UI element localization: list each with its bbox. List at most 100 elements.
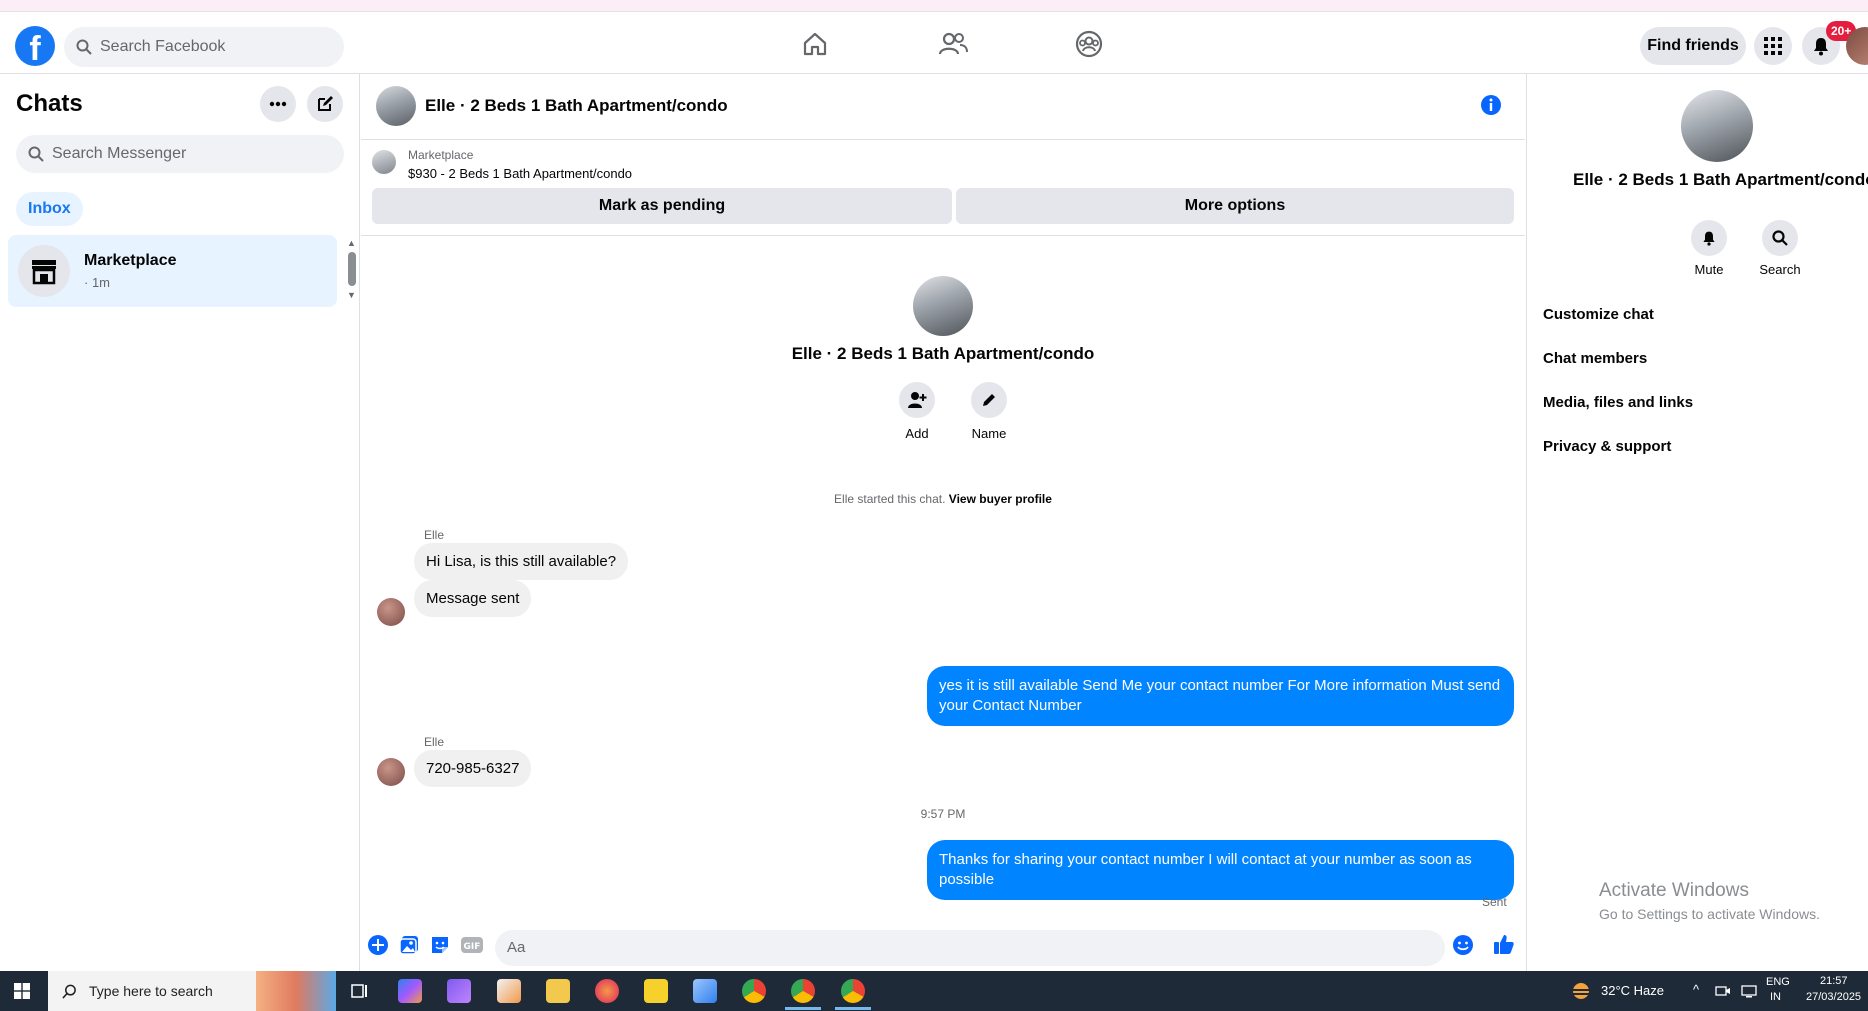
clock-time[interactable]: 21:57 xyxy=(1820,975,1848,987)
add-people-button[interactable]: Add xyxy=(887,382,947,441)
firefox-icon[interactable] xyxy=(595,979,619,1003)
chat-list-scrollbar[interactable] xyxy=(348,252,356,286)
taskbar-search-input[interactable]: Type here to search xyxy=(48,971,256,1011)
chats-options-button[interactable] xyxy=(260,86,296,122)
network-icon[interactable] xyxy=(1741,983,1757,999)
listing-title[interactable]: $930 - 2 Beds 1 Bath Apartment/condo xyxy=(408,166,632,181)
conversation-title[interactable]: Elle · 2 Beds 1 Bath Apartment/condo xyxy=(425,96,728,116)
details-title: Elle · 2 Beds 1 Bath Apartment/condo xyxy=(1573,170,1868,189)
sender-name: Elle xyxy=(424,528,445,542)
scroll-up-arrow[interactable]: ▲ xyxy=(347,238,356,248)
grid-menu-icon xyxy=(1764,37,1782,55)
media-files-links-item[interactable]: Media, files and links xyxy=(1543,394,1693,411)
weather-icon[interactable] xyxy=(1570,980,1592,1002)
groups-icon[interactable] xyxy=(1075,30,1105,60)
paint-app-icon[interactable] xyxy=(497,979,521,1003)
messenger-search-placeholder: Search Messenger xyxy=(52,145,187,162)
incoming-message[interactable]: Message sent xyxy=(414,580,532,617)
copilot-app-icon[interactable] xyxy=(398,979,422,1003)
chat-list-item[interactable]: Marketplace · 1m xyxy=(8,235,337,307)
more-dots-icon xyxy=(269,101,287,107)
mute-button[interactable]: Mute xyxy=(1679,220,1739,277)
chevron-up-icon[interactable]: ^ xyxy=(1693,982,1699,997)
region-code[interactable]: IN xyxy=(1770,991,1781,1003)
search-highlight-image[interactable] xyxy=(256,971,336,1011)
activate-title: Activate Windows xyxy=(1599,880,1749,901)
task-view-icon[interactable] xyxy=(350,981,370,1001)
meet-now-icon[interactable] xyxy=(1715,983,1731,999)
chrome-profile-icon[interactable] xyxy=(791,979,815,1003)
incoming-message[interactable]: Hi Lisa, is this still available? xyxy=(414,543,629,580)
facebook-search-input[interactable]: Search Facebook xyxy=(64,27,344,67)
windows-start-icon[interactable] xyxy=(14,983,30,999)
marketplace-label: Marketplace xyxy=(408,148,474,162)
browser-tab-strip xyxy=(0,0,1868,12)
pen-app-icon[interactable] xyxy=(447,979,471,1003)
like-icon[interactable] xyxy=(1492,932,1516,956)
emoji-icon[interactable] xyxy=(1452,934,1474,956)
customize-chat-item[interactable]: Customize chat xyxy=(1543,306,1654,323)
new-message-button[interactable] xyxy=(307,86,343,122)
gif-icon[interactable]: GIF xyxy=(460,934,484,956)
more-options-button[interactable]: More options xyxy=(956,188,1514,224)
intro-avatar xyxy=(913,276,973,336)
file-explorer-icon[interactable] xyxy=(546,979,570,1003)
message-composer: GIF Aa xyxy=(361,920,1525,972)
chats-sidebar: Chats Search Messenger Inbox Marketplace… xyxy=(0,74,360,972)
activate-windows-watermark: Activate Windows Go to Settings to activ… xyxy=(1599,880,1820,922)
top-navigation: f Search Facebook Find friends 20+ xyxy=(0,12,1868,74)
clock-date[interactable]: 27/03/2025 xyxy=(1806,991,1861,1003)
facebook-logo[interactable]: f xyxy=(15,26,55,66)
sticky-notes-icon[interactable] xyxy=(644,979,668,1003)
language-code[interactable]: ENG xyxy=(1766,976,1790,988)
active-app-indicator xyxy=(835,1007,871,1010)
chat-time: · 1m xyxy=(84,275,110,290)
search-placeholder: Search Facebook xyxy=(100,38,226,55)
info-icon[interactable] xyxy=(1480,94,1502,116)
chat-details-panel: Elle · 2 Beds 1 Bath Apartment/condo Mut… xyxy=(1526,74,1868,972)
taskbar-search-placeholder: Type here to search xyxy=(89,983,213,999)
photo-icon[interactable] xyxy=(398,934,420,956)
add-person-icon xyxy=(907,391,927,409)
sticker-icon[interactable] xyxy=(429,934,451,956)
weather-text[interactable]: 32°C Haze xyxy=(1601,983,1664,998)
scroll-down-arrow[interactable]: ▼ xyxy=(347,290,356,300)
message-input[interactable]: Aa xyxy=(495,930,1445,966)
search-in-chat-button[interactable]: Search xyxy=(1750,220,1810,277)
chats-title: Chats xyxy=(16,90,83,117)
conversation-avatar[interactable] xyxy=(376,86,416,126)
image-viewer-icon[interactable] xyxy=(693,979,717,1003)
chat-members-item[interactable]: Chat members xyxy=(1543,350,1647,367)
inbox-tab[interactable]: Inbox xyxy=(16,192,83,226)
rename-button[interactable]: Name xyxy=(959,382,1019,441)
outgoing-message[interactable]: yes it is still available Send Me your c… xyxy=(927,666,1514,726)
view-buyer-profile-link[interactable]: View buyer profile xyxy=(949,492,1052,506)
friends-icon[interactable] xyxy=(938,30,968,60)
sent-status: Sent xyxy=(1482,895,1507,909)
active-app-indicator xyxy=(785,1007,821,1010)
find-friends-button[interactable]: Find friends xyxy=(1640,27,1746,65)
listing-thumbnail[interactable] xyxy=(372,150,396,174)
chrome-icon[interactable] xyxy=(742,979,766,1003)
outgoing-message[interactable]: Thanks for sharing your contact number I… xyxy=(927,840,1514,900)
intro-title: Elle · 2 Beds 1 Bath Apartment/condo xyxy=(791,344,1095,363)
sender-avatar[interactable] xyxy=(377,598,405,626)
windows-taskbar: Type here to search 32°C Haze ^ ENG IN 2… xyxy=(0,971,1868,1011)
name-label: Name xyxy=(971,426,1007,441)
sender-avatar[interactable] xyxy=(377,758,405,786)
plus-icon[interactable] xyxy=(367,934,389,956)
mute-label: Mute xyxy=(1694,262,1724,277)
menu-button[interactable] xyxy=(1754,27,1792,65)
search-label: Search xyxy=(1759,262,1801,277)
privacy-support-item[interactable]: Privacy & support xyxy=(1543,438,1671,455)
messenger-search-input[interactable]: Search Messenger xyxy=(16,135,344,173)
home-icon[interactable] xyxy=(801,30,831,60)
pencil-icon xyxy=(981,392,997,408)
sender-name: Elle xyxy=(424,735,445,749)
started-text: Elle started this chat. xyxy=(834,492,946,506)
activate-subtitle: Go to Settings to activate Windows. xyxy=(1599,906,1820,922)
chrome-active-icon[interactable] xyxy=(841,979,865,1003)
search-icon xyxy=(62,984,77,999)
mark-as-pending-button[interactable]: Mark as pending xyxy=(372,188,952,224)
incoming-message[interactable]: 720-985-6327 xyxy=(414,750,532,787)
